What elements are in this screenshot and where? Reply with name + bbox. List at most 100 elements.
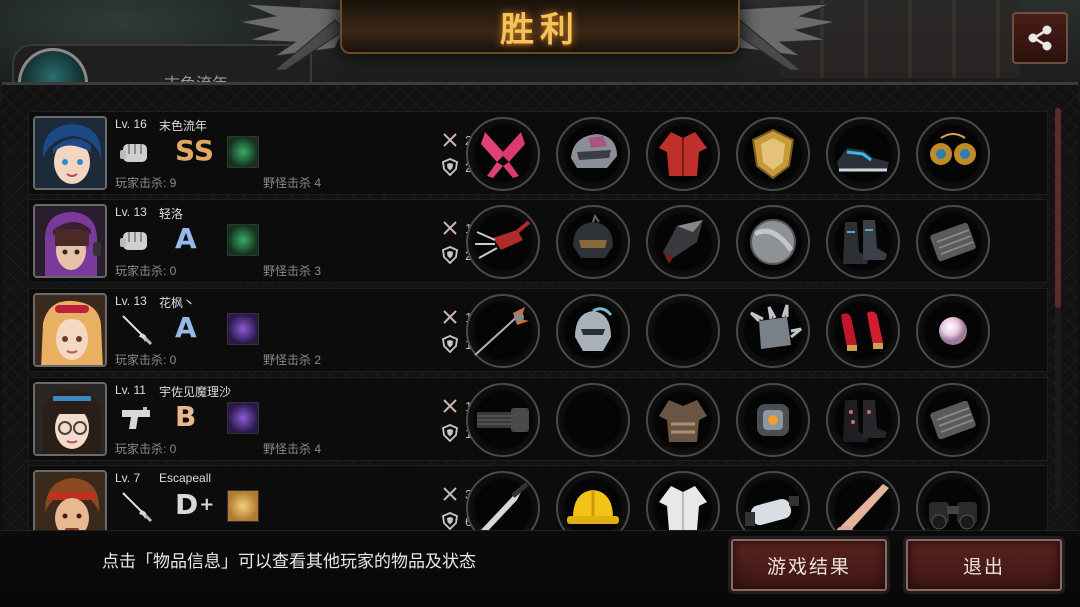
player-row[interactable]: Lv. 16末色流年SS玩家击杀: 9野怪击杀 4228249 xyxy=(28,111,1048,195)
equipment-slot[interactable] xyxy=(916,383,990,457)
dark-boots-icon xyxy=(833,212,893,272)
player-avatar[interactable] xyxy=(33,293,107,367)
player-row[interactable]: Lv. 11宇佐见魔理沙B玩家击杀: 0野怪击杀 4130135 xyxy=(28,377,1048,461)
binoculars-icon xyxy=(923,478,983,530)
black-helmet-icon xyxy=(563,212,623,272)
equipment-slot[interactable] xyxy=(646,294,720,368)
equipment-slot[interactable] xyxy=(826,471,900,530)
skill-icon[interactable] xyxy=(227,136,259,168)
player-name: 宇佐见魔理沙 xyxy=(159,385,232,399)
equipment-slot[interactable] xyxy=(466,205,540,279)
fist-icon xyxy=(119,136,155,168)
pink-gloves-icon xyxy=(473,124,533,184)
armored-helmet-icon xyxy=(563,124,623,184)
game-result-button[interactable]: 游戏结果 xyxy=(731,539,887,591)
equipment-slot[interactable] xyxy=(736,383,810,457)
defense-icon xyxy=(442,512,458,530)
pearl-icon xyxy=(923,301,983,361)
minigun-icon xyxy=(473,390,533,450)
attack-icon xyxy=(443,310,457,324)
equipment-slot[interactable] xyxy=(736,117,810,191)
player-grade: A xyxy=(175,222,198,256)
player-avatar[interactable] xyxy=(33,204,107,278)
defense-icon xyxy=(442,158,458,176)
player-grade: SS xyxy=(175,134,215,168)
skill-icon[interactable] xyxy=(227,402,259,434)
equipment-slot[interactable] xyxy=(556,471,630,530)
grade-letter: A xyxy=(175,222,197,255)
equipment-slot[interactable] xyxy=(826,294,900,368)
dark-armor-icon xyxy=(653,212,713,272)
player-avatar[interactable] xyxy=(33,116,107,190)
equipment-slot[interactable] xyxy=(826,205,900,279)
equipment-slot[interactable] xyxy=(466,294,540,368)
player-level: Lv. 13 xyxy=(115,294,147,308)
equipment-slot[interactable] xyxy=(916,294,990,368)
equipment-slot[interactable] xyxy=(826,117,900,191)
bandage-icon xyxy=(923,390,983,450)
hard-hat-icon xyxy=(563,478,623,530)
equipment-slot[interactable] xyxy=(916,117,990,191)
equipment-slot[interactable] xyxy=(646,205,720,279)
knight-helmet-icon xyxy=(563,301,623,361)
scrollbar-thumb[interactable] xyxy=(1055,108,1061,308)
exit-button[interactable]: 退出 xyxy=(906,539,1062,591)
equipment-slot[interactable] xyxy=(916,471,990,530)
pistol-icon xyxy=(119,402,155,434)
equipment-slot[interactable] xyxy=(466,117,540,191)
white-shirt-icon xyxy=(653,478,713,530)
spiked-rapier-icon xyxy=(473,301,533,361)
scrollbar[interactable] xyxy=(1055,108,1061,508)
skill-icon[interactable] xyxy=(227,224,259,256)
player-row[interactable]: Lv. 13花枫丶A玩家击杀: 0野怪击杀 2164165 xyxy=(28,288,1048,372)
skill-icon[interactable] xyxy=(227,313,259,345)
equipment-slot[interactable] xyxy=(646,471,720,530)
gold-shield-icon xyxy=(743,124,803,184)
kitchen-knife-icon xyxy=(473,478,533,530)
red-heels-icon xyxy=(833,301,893,361)
spiked-gauntlet-icon xyxy=(743,301,803,361)
bandage-icon xyxy=(923,212,983,272)
player-list: Lv. 16末色流年SS玩家击杀: 9野怪击杀 4228249Lv. 13轻洛A… xyxy=(0,0,1080,530)
player-kills: 玩家击杀: 9 xyxy=(115,176,177,190)
grade-suffix: + xyxy=(199,494,215,515)
player-kills: 玩家击杀: 0 xyxy=(115,353,177,367)
player-row[interactable]: Lv. 7EscapeallD+3366 xyxy=(28,465,1048,530)
rapier-icon xyxy=(119,313,155,346)
player-level: Lv. 13 xyxy=(115,205,147,219)
player-grade: B xyxy=(175,400,197,434)
grade-letter: B xyxy=(175,400,197,433)
monster-kills: 野怪击杀 2 xyxy=(263,353,322,367)
gold-earrings-icon xyxy=(923,124,983,184)
defense-icon xyxy=(442,424,458,442)
defense-icon xyxy=(442,246,458,264)
player-level: Lv. 11 xyxy=(115,383,146,397)
skill-icon[interactable] xyxy=(227,490,259,522)
equipment-slot[interactable] xyxy=(556,117,630,191)
equipment-slot[interactable] xyxy=(826,383,900,457)
equipment-slot[interactable] xyxy=(736,471,810,530)
equipment-slot[interactable] xyxy=(646,117,720,191)
player-grade: D+ xyxy=(175,488,214,522)
grade-letter: A xyxy=(175,311,197,344)
equipment-slot[interactable] xyxy=(556,294,630,368)
bottom-bar: 点击「物品信息」可以查看其他玩家的物品及状态 游戏结果 退出 xyxy=(0,530,1080,607)
equipment-slot[interactable] xyxy=(466,471,540,530)
player-row[interactable]: Lv. 13轻洛A玩家击杀: 0野怪击杀 3140213 xyxy=(28,199,1048,283)
grade-letter: SS xyxy=(175,134,215,167)
equipment-slot[interactable] xyxy=(556,383,630,457)
equipment-slot[interactable] xyxy=(556,205,630,279)
player-grade: A xyxy=(175,311,198,345)
equipment-slot[interactable] xyxy=(916,205,990,279)
player-avatar[interactable] xyxy=(33,382,107,456)
player-avatar[interactable] xyxy=(33,470,107,530)
attack-icon xyxy=(443,399,457,413)
equipment-slot[interactable] xyxy=(466,383,540,457)
fist-icon xyxy=(119,224,155,256)
equipment-slot[interactable] xyxy=(736,205,810,279)
equipment-slot[interactable] xyxy=(646,383,720,457)
equipment-slot[interactable] xyxy=(736,294,810,368)
plastic-bottle-icon xyxy=(743,478,803,530)
rapier-icon xyxy=(119,490,155,523)
player-name: Escapeall xyxy=(159,471,212,485)
